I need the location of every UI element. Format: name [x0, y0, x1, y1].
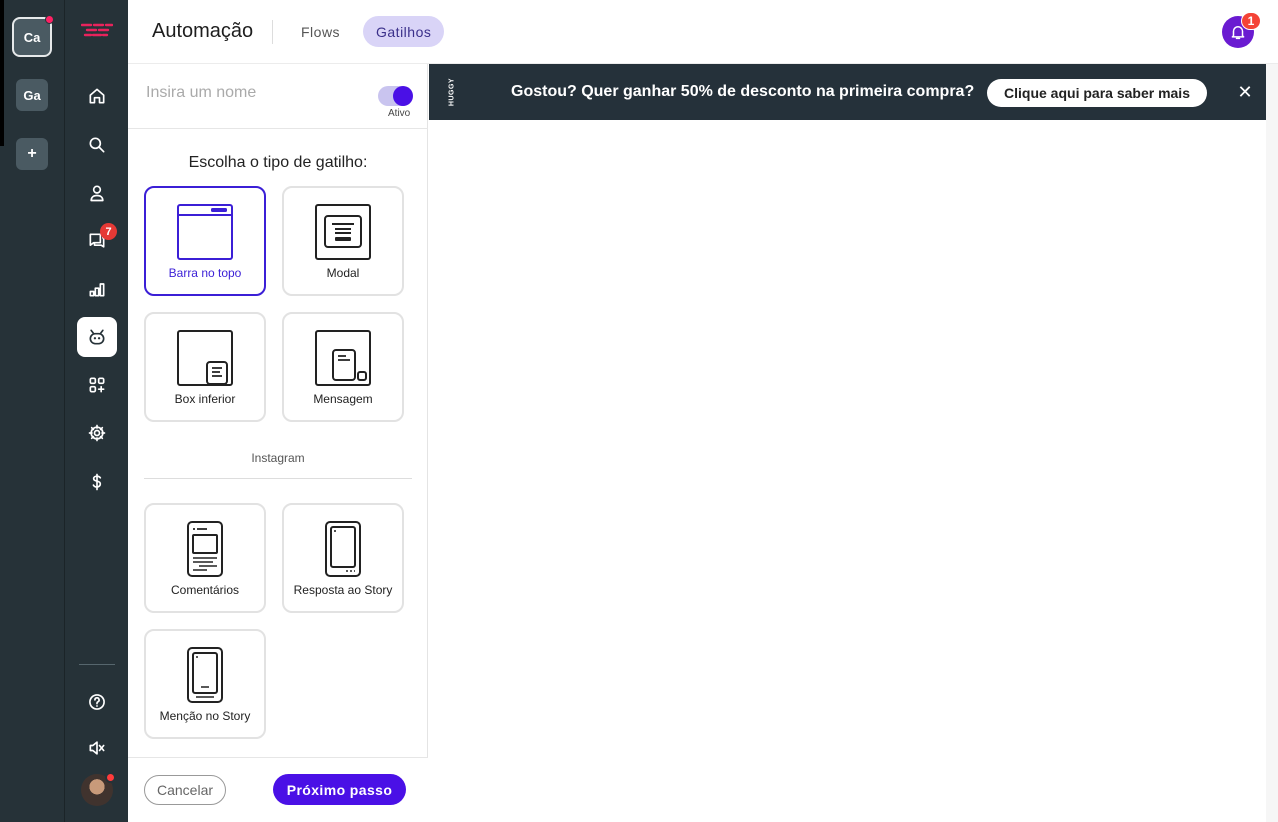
trigger-card-modal[interactable]: Modal — [282, 186, 404, 296]
add-workspace-button[interactable]: + — [16, 138, 48, 170]
help-icon — [89, 694, 105, 710]
message-icon — [315, 330, 371, 386]
promo-brand-logo: HUGGY — [448, 77, 456, 107]
active-toggle-label: Ativo — [388, 108, 411, 119]
top-bar-icon — [177, 204, 233, 260]
modal-icon — [315, 204, 371, 260]
nav-chats[interactable]: 7 — [77, 221, 117, 261]
nav-automation[interactable] — [77, 317, 117, 357]
story-reply-phone-icon — [325, 521, 361, 577]
active-toggle[interactable] — [378, 86, 413, 106]
cancel-button[interactable]: Cancelar — [144, 775, 226, 805]
nav-contacts[interactable] — [77, 173, 117, 213]
search-icon — [89, 137, 105, 153]
nav-integrations[interactable] — [77, 365, 117, 405]
trigger-card-top-bar[interactable]: Barra no topo — [144, 186, 266, 296]
contacts-icon — [90, 185, 104, 202]
instagram-divider — [144, 478, 412, 479]
title-separator — [272, 20, 273, 44]
trigger-card-label: Box inferior — [174, 392, 236, 406]
settings-icon — [88, 424, 106, 442]
story-mention-phone-icon — [187, 647, 223, 703]
toggle-knob — [393, 86, 413, 106]
trigger-card-label: Mensagem — [313, 392, 373, 406]
workspace-ga[interactable]: Ga — [16, 79, 48, 111]
trigger-card-label: Resposta ao Story — [293, 583, 393, 597]
next-step-button[interactable]: Próximo passo — [273, 774, 406, 805]
billing-icon — [92, 473, 102, 491]
home-icon — [89, 88, 105, 104]
rail-edge — [0, 0, 4, 146]
nav-sidebar: 7 — [64, 0, 128, 822]
bottom-box-icon — [177, 330, 233, 386]
name-row: Ativo — [128, 64, 428, 129]
page-header: Automação Flows Gatilhos 1 — [128, 0, 1278, 64]
tab-gatilhos[interactable]: Gatilhos — [363, 16, 445, 47]
brand-logo[interactable] — [77, 11, 117, 51]
preview-scrollbar[interactable] — [1266, 64, 1278, 822]
instagram-section-label: Instagram — [251, 451, 305, 465]
tab-flows[interactable]: Flows — [288, 16, 353, 47]
workspace-notification-dot — [45, 15, 54, 24]
workspace-rail: Ca Ga + — [0, 0, 64, 822]
trigger-card-story-mention[interactable]: Menção no Story — [144, 629, 266, 739]
trigger-card-label: Modal — [326, 266, 360, 280]
user-avatar[interactable] — [81, 772, 116, 806]
trigger-card-message[interactable]: Mensagem — [282, 312, 404, 422]
comments-phone-icon — [187, 521, 223, 577]
promo-top-bar: HUGGY Gostou? Quer ganhar 50% de descont… — [429, 64, 1278, 120]
trigger-card-label: Barra no topo — [168, 266, 242, 280]
preview-area: HUGGY Gostou? Quer ganhar 50% de descont… — [429, 64, 1278, 822]
nav-reports[interactable] — [77, 269, 117, 309]
promo-text: Gostou? Quer ganhar 50% de desconto na p… — [511, 83, 975, 100]
trigger-name-input[interactable] — [146, 84, 366, 102]
plus-icon: + — [27, 145, 37, 162]
user-status-dot — [105, 772, 116, 783]
nav-home[interactable] — [77, 76, 117, 116]
reports-icon — [89, 283, 105, 297]
nav-settings[interactable] — [77, 413, 117, 453]
nav-help[interactable] — [77, 682, 117, 722]
logo-icon — [81, 23, 113, 37]
page-title: Automação — [152, 20, 254, 42]
nav-billing[interactable] — [77, 462, 117, 502]
trigger-card-label: Comentários — [170, 583, 240, 597]
chat-unread-badge: 7 — [100, 223, 117, 240]
workspace-ca[interactable]: Ca — [12, 15, 54, 57]
notification-count-badge: 1 — [1241, 12, 1261, 30]
trigger-card-comments[interactable]: Comentários — [144, 503, 266, 613]
automation-bot-icon — [89, 329, 105, 345]
panel-footer: Cancelar Próximo passo — [128, 757, 428, 822]
sound-muted-icon — [89, 741, 105, 755]
trigger-type-heading: Escolha o tipo de gatilho: — [188, 154, 368, 171]
trigger-card-story-reply[interactable]: Resposta ao Story — [282, 503, 404, 613]
nav-sound-toggle[interactable] — [77, 728, 117, 768]
integrations-icon — [89, 377, 105, 393]
nav-search[interactable] — [77, 125, 117, 165]
workspace-ca-label: Ca — [23, 29, 41, 45]
workspace-ga-label: Ga — [23, 87, 41, 103]
close-icon[interactable]: ✕ — [1235, 80, 1255, 104]
trigger-card-label: Menção no Story — [159, 709, 251, 723]
nav-divider — [79, 664, 115, 665]
promo-cta-button[interactable]: Clique aqui para saber mais — [987, 79, 1207, 107]
trigger-card-bottom-box[interactable]: Box inferior — [144, 312, 266, 422]
trigger-config-panel: Ativo Escolha o tipo de gatilho: Barra n… — [128, 64, 428, 822]
